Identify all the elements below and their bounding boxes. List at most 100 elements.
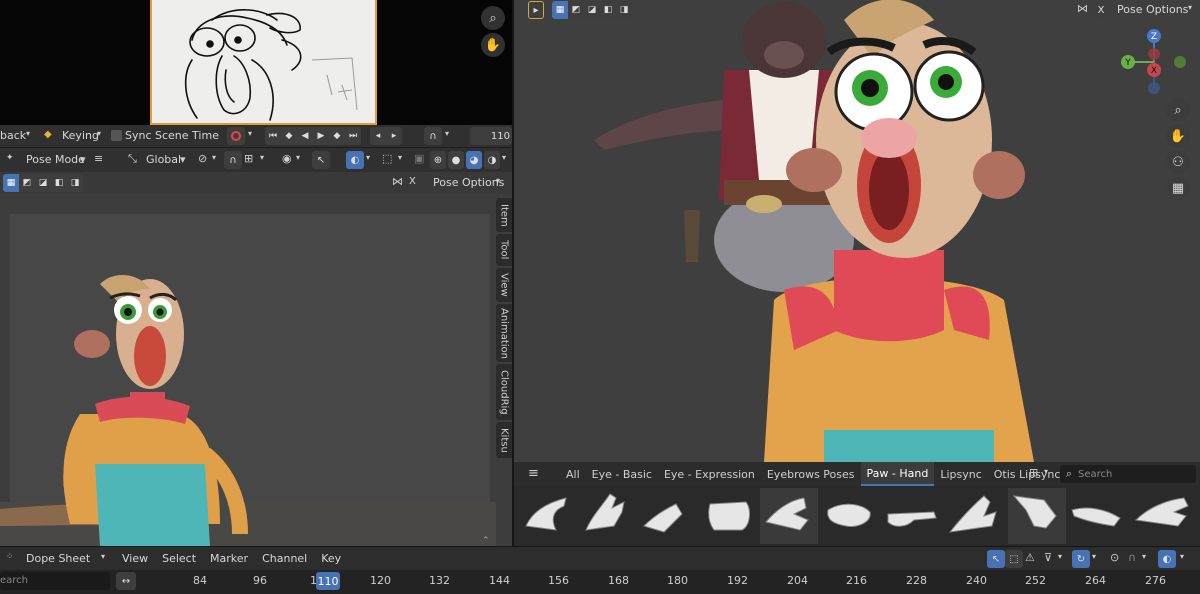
- right-3d-viewport[interactable]: ▸ ▦ ◩ ◪ ◧ ◨ ⋈ X Pose Options ▾ Z Y X ⌕ ✋…: [514, 0, 1200, 462]
- select-new-icon[interactable]: ▦: [552, 1, 568, 19]
- snapping-icon[interactable]: ↻: [1072, 550, 1090, 568]
- pose-thumbnail[interactable]: [516, 488, 574, 544]
- chevron-down-icon[interactable]: ▾: [445, 129, 449, 138]
- pose-thumbnail[interactable]: [884, 488, 942, 544]
- show-hidden-icon[interactable]: ⬚: [1005, 550, 1023, 568]
- next-keyframe-icon[interactable]: ◆: [329, 127, 345, 145]
- snap-icon[interactable]: ∩: [424, 127, 442, 145]
- pivot-icon[interactable]: ⊘: [198, 152, 207, 165]
- dope-sheet-ruler[interactable]: earch ↔ 84 96 1 110 120 132 144 156 168 …: [0, 570, 1200, 594]
- chevron-down-icon[interactable]: ▾: [97, 129, 101, 138]
- chevron-down-icon[interactable]: ▾: [1092, 552, 1096, 561]
- pose-thumbnail[interactable]: [1070, 488, 1128, 544]
- pose-thumbnail[interactable]: [946, 488, 1004, 544]
- camera-view-icon[interactable]: ⚇: [1166, 150, 1190, 174]
- chevron-down-icon[interactable]: ▾: [398, 153, 402, 162]
- pose-thumbnail[interactable]: [822, 488, 880, 544]
- pose-thumbnail[interactable]: [1132, 488, 1198, 544]
- mirror-icon[interactable]: ⋈: [1077, 2, 1088, 15]
- sidebar-tab-cloudrig[interactable]: CloudRig: [496, 364, 512, 420]
- xray-toggle-icon[interactable]: ▣: [414, 152, 424, 165]
- playhead-frame[interactable]: 110: [316, 572, 340, 590]
- select-new-icon[interactable]: ▦: [3, 174, 19, 192]
- zoom-icon[interactable]: ⌕: [1166, 98, 1190, 122]
- chevron-down-icon[interactable]: ▾: [1058, 552, 1062, 561]
- prev-marker-icon[interactable]: ◂: [370, 127, 386, 145]
- menu-channel[interactable]: Channel: [262, 552, 307, 565]
- menu-key[interactable]: Key: [321, 552, 341, 565]
- chevron-down-icon[interactable]: ▾: [26, 129, 30, 138]
- select-extend-icon[interactable]: ◩: [19, 174, 35, 192]
- select-tool-icon[interactable]: ▸: [528, 1, 544, 19]
- pose-options-menu[interactable]: Pose Options: [433, 176, 504, 189]
- chevron-down-icon[interactable]: ▾: [212, 153, 216, 162]
- chevron-down-icon[interactable]: ▾: [296, 153, 300, 162]
- material-preview-icon[interactable]: ◕: [466, 151, 482, 169]
- tab-all[interactable]: All: [560, 462, 586, 486]
- chevron-down-icon[interactable]: ▾: [1188, 3, 1192, 12]
- tab-otis-lipsync[interactable]: Otis Lipsync: [988, 462, 1067, 486]
- mirror-x-toggle[interactable]: X: [1094, 1, 1108, 19]
- tab-paw-hand[interactable]: Paw - Hand: [860, 462, 935, 486]
- chevron-down-icon[interactable]: ▾: [502, 153, 506, 162]
- chevron-down-icon[interactable]: ▾: [1142, 552, 1146, 561]
- filter-icon[interactable]: ⊽: [1044, 551, 1052, 564]
- orientation-selector[interactable]: Global: [146, 153, 181, 166]
- errors-only-icon[interactable]: ⚠: [1025, 551, 1035, 564]
- mirror-x-label[interactable]: X: [409, 176, 416, 187]
- sync-checkbox[interactable]: [111, 130, 122, 141]
- sidebar-tab-kitsu[interactable]: Kitsu: [496, 422, 512, 458]
- sidebar-tab-tool[interactable]: Tool: [496, 234, 512, 266]
- playback-menu[interactable]: back: [0, 129, 26, 142]
- pose-thumbnail[interactable]: [698, 488, 756, 544]
- chevron-down-icon[interactable]: ▾: [248, 129, 252, 138]
- pose-thumbnail[interactable]: [636, 488, 694, 544]
- select-subtract-icon[interactable]: ◪: [584, 1, 600, 19]
- falloff-curve-icon[interactable]: ∩: [1128, 551, 1136, 564]
- rendered-icon[interactable]: ◑: [484, 151, 500, 169]
- pose-thumbnail[interactable]: [760, 488, 818, 544]
- chevron-down-icon[interactable]: ▾: [1044, 467, 1048, 476]
- tab-lipsync[interactable]: Lipsync: [934, 462, 987, 486]
- mirror-icon[interactable]: ⋈: [392, 175, 403, 188]
- channel-search-field[interactable]: earch: [0, 572, 110, 590]
- next-marker-icon[interactable]: ▸: [386, 127, 402, 145]
- pose-options-menu[interactable]: Pose Options: [1117, 3, 1188, 16]
- swap-icon[interactable]: ↔: [116, 572, 136, 590]
- jump-start-icon[interactable]: ⏮: [265, 127, 281, 145]
- menu-icon[interactable]: ≡: [94, 152, 103, 165]
- snap-target-icon[interactable]: ⊞: [244, 152, 253, 165]
- current-frame-field[interactable]: 110: [470, 127, 512, 145]
- chevron-down-icon[interactable]: ▾: [1180, 552, 1184, 561]
- grid-view-icon[interactable]: ⊞: [1029, 466, 1038, 479]
- editor-mode-selector[interactable]: Dope Sheet: [26, 552, 90, 565]
- overlay-icon[interactable]: ◐: [1158, 550, 1176, 568]
- tab-eye-expression[interactable]: Eye - Expression: [658, 462, 761, 486]
- perspective-grid-icon[interactable]: ▦: [1166, 176, 1190, 200]
- chevron-down-icon[interactable]: ▾: [260, 153, 264, 162]
- asset-search-field[interactable]: ⌕ Search: [1060, 465, 1196, 483]
- prev-keyframe-icon[interactable]: ◆: [281, 127, 297, 145]
- chevron-down-icon[interactable]: ▾: [366, 153, 370, 162]
- wireframe-icon[interactable]: ⊕: [430, 151, 446, 169]
- sidebar-tab-view[interactable]: View: [496, 268, 512, 302]
- gizmo-icon[interactable]: ↖: [312, 151, 330, 169]
- record-button[interactable]: [227, 127, 245, 145]
- only-selected-icon[interactable]: ↖: [987, 550, 1005, 568]
- sidebar-tab-animation[interactable]: Animation: [496, 304, 512, 362]
- navigation-gizmo[interactable]: Z Y X: [1114, 28, 1194, 100]
- chevron-down-icon[interactable]: ▾: [101, 552, 105, 561]
- mode-selector[interactable]: Pose Mode: [26, 153, 85, 166]
- zoom-icon[interactable]: ⌕: [481, 6, 505, 30]
- menu-select[interactable]: Select: [162, 552, 196, 565]
- select-intersect-icon[interactable]: ◨: [67, 174, 83, 192]
- pan-hand-icon[interactable]: ✋: [1166, 124, 1190, 148]
- select-intersect-icon[interactable]: ◨: [616, 1, 632, 19]
- pose-thumbnail[interactable]: [576, 488, 634, 544]
- left-3d-viewport[interactable]: ⌃: [0, 194, 512, 546]
- play-reverse-icon[interactable]: ◀: [297, 127, 313, 145]
- solid-icon[interactable]: ●: [448, 151, 464, 169]
- tab-eyebrows-poses[interactable]: Eyebrows Poses: [761, 462, 861, 486]
- select-subtract-icon[interactable]: ◪: [35, 174, 51, 192]
- menu-marker[interactable]: Marker: [210, 552, 248, 565]
